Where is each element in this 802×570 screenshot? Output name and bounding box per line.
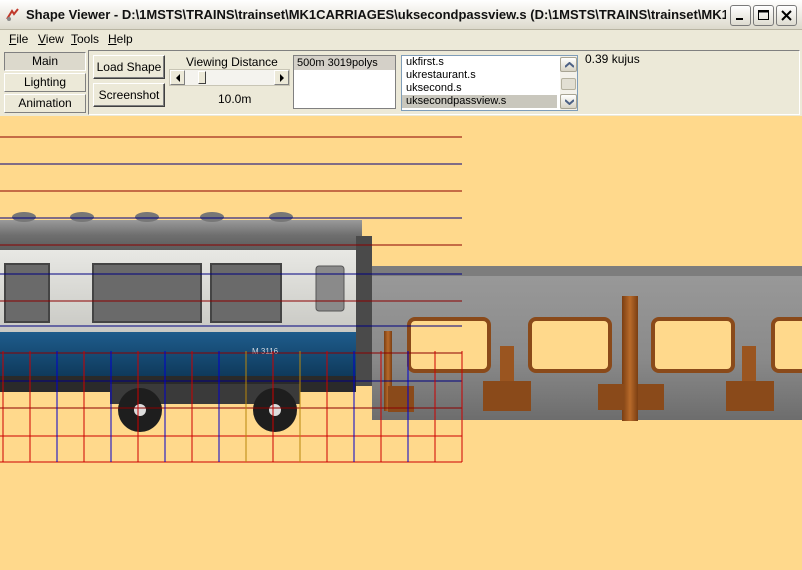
window-title: Shape Viewer - D:\1MSTS\TRAINS\trainset\… bbox=[26, 7, 726, 22]
shape-list-scrollbar[interactable] bbox=[560, 56, 577, 110]
slider-left-button[interactable] bbox=[170, 70, 185, 85]
app-icon bbox=[6, 8, 19, 21]
lod-info-item[interactable]: 500m 3019polys bbox=[294, 56, 395, 70]
menu-view[interactable]: View bbox=[38, 32, 64, 46]
carriage-end bbox=[356, 236, 372, 386]
title-bar[interactable]: Shape Viewer - D:\1MSTS\TRAINS\trainset\… bbox=[0, 0, 802, 30]
arrow-left-icon bbox=[176, 74, 180, 82]
minimize-button[interactable] bbox=[730, 5, 751, 26]
menu-file[interactable]: File bbox=[9, 32, 28, 46]
tab-animation[interactable]: Animation bbox=[4, 94, 86, 113]
chevron-up-icon bbox=[565, 62, 574, 68]
maximize-icon bbox=[758, 10, 769, 20]
carriage-number: M 3116 bbox=[252, 347, 279, 356]
tab-main[interactable]: Main bbox=[4, 52, 86, 71]
shape-list-item[interactable]: uksecond.s bbox=[402, 82, 557, 95]
close-button[interactable] bbox=[776, 5, 797, 26]
slider-right-button[interactable] bbox=[274, 70, 289, 85]
menu-help[interactable]: Help bbox=[108, 32, 133, 46]
arrow-right-icon bbox=[280, 74, 284, 82]
load-shape-button[interactable]: Load Shape bbox=[93, 55, 165, 79]
lod-info-list[interactable]: 500m 3019polys bbox=[293, 55, 396, 109]
tab-lighting[interactable]: Lighting bbox=[4, 73, 86, 92]
viewing-distance-label: Viewing Distance bbox=[186, 55, 278, 69]
slider-thumb[interactable] bbox=[197, 71, 206, 84]
menu-bar: File View Tools Help bbox=[0, 30, 802, 48]
menu-tools[interactable]: Tools bbox=[71, 32, 99, 46]
maximize-button[interactable] bbox=[753, 5, 774, 26]
minimize-icon bbox=[736, 18, 743, 20]
close-icon bbox=[781, 10, 792, 21]
screenshot-button[interactable]: Screenshot bbox=[93, 83, 165, 107]
scroll-thumb[interactable] bbox=[561, 78, 576, 90]
shape-list-item-selected[interactable]: uksecondpassview.s bbox=[402, 95, 557, 108]
carriage-render: M 3116 bbox=[0, 136, 802, 463]
scroll-up-button[interactable] bbox=[560, 57, 577, 72]
chevron-down-icon bbox=[565, 99, 574, 105]
shape-viewer-window: Shape Viewer - D:\1MSTS\TRAINS\trainset\… bbox=[0, 0, 802, 570]
shape-list-item[interactable]: ukrestaurant.s bbox=[402, 69, 557, 82]
3d-viewport[interactable]: M 3116 bbox=[0, 116, 802, 570]
viewing-distance-slider[interactable] bbox=[169, 69, 290, 86]
carriage-lower-body bbox=[0, 332, 356, 376]
shape-list-item[interactable]: ukfirst.s bbox=[402, 56, 557, 69]
viewing-distance-value: 10.0m bbox=[218, 92, 252, 106]
shape-file-list[interactable]: ukfirst.s ukrestaurant.s uksecond.s ukse… bbox=[401, 55, 578, 111]
fps-readout: 0.39 kujus bbox=[585, 52, 640, 66]
scroll-down-button[interactable] bbox=[560, 94, 577, 109]
